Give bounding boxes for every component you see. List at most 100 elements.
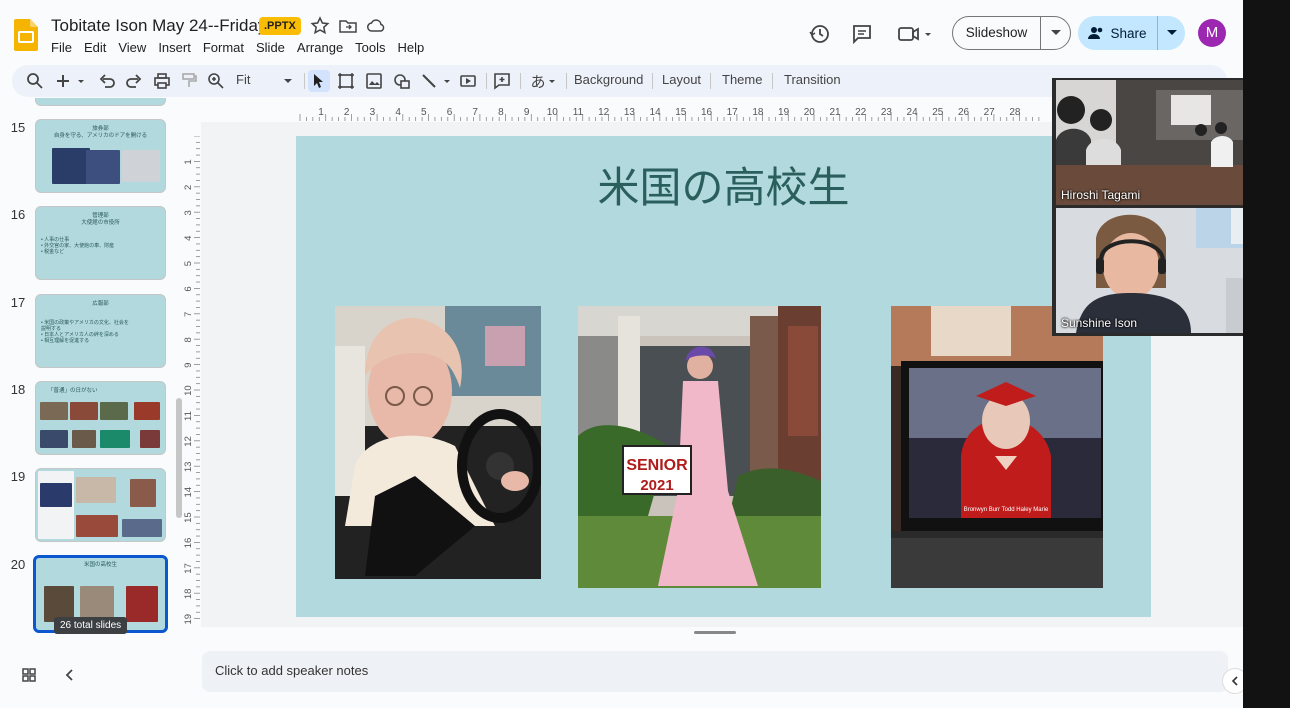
menu-file[interactable]: File — [45, 40, 78, 56]
ruler-label: 2 — [184, 185, 194, 190]
new-slide-button[interactable] — [54, 71, 88, 91]
share-dropdown[interactable] — [1158, 16, 1185, 50]
ruler-label: 7 — [472, 107, 478, 118]
ruler-label: 2 — [344, 107, 350, 118]
slideshow-button[interactable]: Slideshow — [952, 16, 1071, 50]
photo-graduation-image: Bronwyn Burr Todd Haley Marie — [891, 306, 1103, 588]
background-button[interactable]: Background — [574, 72, 643, 87]
comment-add-icon[interactable] — [492, 71, 512, 91]
notes-resize-handle[interactable] — [694, 631, 736, 634]
meet-camera-icon[interactable] — [896, 22, 936, 46]
menu-format[interactable]: Format — [197, 40, 250, 56]
filmstrip-scrollbar[interactable] — [176, 398, 182, 518]
select-tool-button[interactable] — [308, 70, 330, 92]
slideshow-label[interactable]: Slideshow — [953, 17, 1041, 49]
video-call-overlay: Hiroshi Tagami Sunshine Ison — [1052, 78, 1243, 336]
ruler-label: 16 — [701, 107, 713, 118]
speaker-notes[interactable]: Click to add speaker notes — [202, 651, 1228, 692]
ruler-label: 14 — [650, 107, 662, 118]
undo-icon[interactable] — [97, 71, 117, 91]
menu-arrange[interactable]: Arrange — [291, 40, 349, 56]
ruler-label: 5 — [421, 107, 427, 118]
slides-logo-icon[interactable] — [14, 19, 38, 51]
graduation-caption: Bronwyn Burr Todd Haley Marie — [964, 507, 1049, 513]
paint-format-icon[interactable] — [179, 71, 199, 91]
ruler-label: 17 — [184, 563, 194, 574]
ruler-label: 3 — [370, 107, 376, 118]
ruler-label: 10 — [547, 107, 559, 118]
ruler-label: 22 — [855, 107, 867, 118]
photo-senior-image: SENIOR 2021 — [578, 306, 821, 588]
zoom-chevron-down-icon[interactable] — [278, 71, 298, 91]
toolbar: Fit あ Background Layout Theme Transition — [12, 65, 1227, 97]
file-format-badge: .PPTX — [259, 17, 301, 35]
plus-icon — [57, 75, 84, 87]
menu-help[interactable]: Help — [392, 40, 431, 56]
star-icon[interactable] — [310, 16, 330, 36]
menu-edit[interactable]: Edit — [78, 40, 112, 56]
document-title[interactable]: Tobitate Ison May 24--Friday — [51, 16, 266, 36]
total-slides-tooltip: 26 total slides — [54, 617, 128, 634]
photo-student-senior-sign[interactable]: SENIOR 2021 — [578, 306, 821, 588]
ruler-label: 27 — [984, 107, 996, 118]
menu-insert[interactable]: Insert — [152, 40, 197, 56]
video-tile[interactable]: Sunshine Ison — [1056, 208, 1243, 333]
comments-icon[interactable] — [850, 22, 874, 46]
menu-view[interactable]: View — [112, 40, 152, 56]
vertical-ruler: 1 2 3 4 5 6 7 8 9 10 11 12 13 14 15 16 17 18 19 — [183, 135, 200, 626]
share-button[interactable]: Share — [1078, 16, 1185, 50]
slide-number: 17 — [10, 295, 26, 310]
slide-thumbnail-17[interactable]: 広報部 • 米国の政策やアメリカの文化、社会を 説明する • 日本人とアメリカ人… — [35, 294, 166, 368]
photo-student-driving[interactable] — [335, 306, 541, 579]
side-panel-toggle[interactable] — [1222, 668, 1243, 694]
frame-tool-icon[interactable] — [336, 71, 356, 91]
video-insert-icon[interactable] — [458, 71, 478, 91]
redo-icon[interactable] — [124, 71, 144, 91]
collapse-filmstrip-chevron-left-icon[interactable] — [62, 667, 78, 683]
ruler-label: 4 — [184, 236, 194, 241]
search-menus-icon[interactable] — [25, 71, 45, 91]
ruler-label: 1 — [184, 159, 194, 164]
cloud-status-icon[interactable] — [366, 16, 386, 36]
thumbnail-partial[interactable] — [35, 98, 166, 106]
grid-view-icon[interactable] — [21, 667, 37, 683]
zoom-icon[interactable] — [206, 71, 226, 91]
zoom-select[interactable]: Fit — [236, 72, 250, 87]
photo-graduation-laptop[interactable]: Bronwyn Burr Todd Haley Marie — [891, 306, 1103, 588]
shape-icon[interactable] — [392, 71, 412, 91]
ruler-label: 10 — [184, 385, 194, 396]
video-tile[interactable]: Hiroshi Tagami — [1056, 80, 1243, 205]
slide-thumbnail-16[interactable]: 管理部 大使館の市役所 • 人事の仕事 • 外交官の家、大使館の車、財産 • 税… — [35, 206, 166, 280]
slide-number: 16 — [10, 207, 26, 222]
screen-right-edge — [1243, 0, 1290, 708]
ruler-label: 19 — [184, 614, 194, 625]
ruler-label: 11 — [573, 107, 584, 118]
slide-title[interactable]: 米国の高校生 — [296, 154, 1151, 215]
menu-tools[interactable]: Tools — [349, 40, 391, 56]
line-tool-button[interactable] — [420, 71, 454, 91]
participant-name: Sunshine Ison — [1061, 316, 1138, 330]
input-tools-button[interactable]: あ — [526, 71, 562, 91]
slide-thumbnail-18[interactable]: 「普通」の日がない — [35, 381, 166, 455]
ruler-label: 18 — [184, 589, 194, 600]
layout-button[interactable]: Layout — [662, 72, 701, 87]
participant-name: Hiroshi Tagami — [1061, 188, 1141, 202]
version-history-icon[interactable] — [808, 22, 832, 46]
ruler-label: 23 — [881, 107, 893, 118]
thumb-image — [86, 150, 120, 184]
classroom-video-image — [1056, 80, 1243, 205]
move-folder-icon[interactable] — [338, 16, 358, 36]
print-icon[interactable] — [152, 71, 172, 91]
chevron-down-icon — [548, 80, 555, 83]
slide-thumbnail-15[interactable]: 旅券部 自身を守る、アメリカのドアを開ける — [35, 119, 166, 193]
menu-slide[interactable]: Slide — [250, 40, 291, 56]
transition-button[interactable]: Transition — [784, 72, 841, 87]
slideshow-dropdown[interactable] — [1041, 17, 1070, 49]
image-icon[interactable] — [364, 71, 384, 91]
cursor-arrow-icon — [314, 74, 323, 88]
share-label: Share — [1110, 25, 1147, 41]
slide-thumbnail-19[interactable] — [35, 468, 166, 542]
theme-button[interactable]: Theme — [722, 72, 762, 87]
account-avatar[interactable]: M — [1198, 19, 1226, 47]
speaker-video-image — [1056, 208, 1243, 333]
